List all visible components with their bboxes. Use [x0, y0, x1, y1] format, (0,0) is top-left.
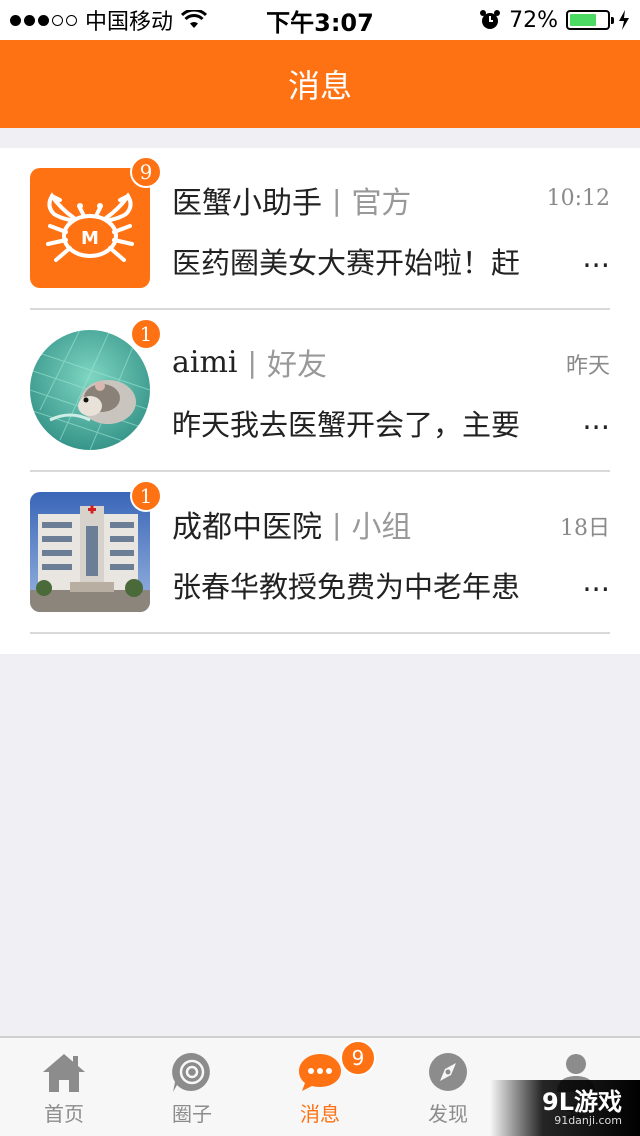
sender-name: 医蟹小助手	[172, 186, 322, 221]
unread-badge: 1	[130, 318, 162, 350]
status-left: 中国移动	[10, 4, 208, 36]
tab-home[interactable]: 首页	[0, 1038, 128, 1136]
message-row[interactable]: 1 成都中医院 | 小组 18日 张春华教授免费为中老年患 ...	[30, 472, 610, 634]
ellipsis: ...	[582, 240, 610, 274]
sender-tag: 小组	[351, 510, 412, 545]
chat-icon	[299, 1054, 341, 1091]
alarm-icon	[480, 10, 501, 29]
unread-badge: 1	[130, 480, 162, 512]
tab-unread-badge: 9	[340, 1040, 376, 1076]
crab-logo-icon: M	[30, 168, 150, 288]
unread-badge: 9	[130, 156, 162, 188]
watermark-logo: 9L游戏	[542, 1088, 622, 1116]
sender-name: aimi	[172, 344, 238, 380]
home-icon	[43, 1054, 85, 1092]
hospital-photo	[30, 492, 150, 612]
preview-text: 张春华教授免费为中老年患	[172, 570, 521, 604]
avatar: 1	[30, 480, 162, 612]
message-preview: 昨天我去医蟹开会了，主要 ...	[172, 402, 610, 444]
ellipsis: ...	[582, 402, 610, 436]
message-time: 10:12	[546, 186, 610, 211]
page-title: 消息	[287, 67, 352, 105]
message-list: M 9 医蟹小助手 | 官方 10:12 医药圈美女大赛开始啦！赶 ... 1 …	[0, 148, 640, 654]
tab-label: 首页	[44, 1102, 84, 1126]
row-title: aimi | 好友	[172, 340, 327, 384]
message-preview: 医药圈美女大赛开始啦！赶 ...	[172, 240, 610, 282]
status-bar: 中国移动 下午3:07 72%	[0, 0, 640, 40]
separator: |	[332, 183, 342, 217]
signal-strength-icon	[10, 14, 77, 26]
tab-label: 圈子	[172, 1102, 212, 1126]
svg-text:M: M	[81, 228, 99, 249]
sender-tag: 官方	[351, 186, 412, 221]
message-preview: 张春华教授免费为中老年患 ...	[172, 564, 610, 606]
watermark: 9L游戏 91danji.com	[490, 1080, 640, 1136]
battery-percent: 72%	[509, 7, 558, 33]
ellipsis: ...	[582, 564, 610, 598]
battery-icon	[566, 10, 614, 30]
hamster-photo	[30, 330, 150, 450]
separator: |	[332, 507, 342, 541]
tab-circle[interactable]: 圈子	[128, 1038, 256, 1136]
message-time: 昨天	[565, 354, 610, 379]
sender-name: 成都中医院	[172, 510, 322, 545]
row-title: 医蟹小助手 | 官方	[172, 178, 411, 222]
charging-bolt-icon	[619, 10, 629, 30]
watermark-url: 91danji.com	[554, 1114, 622, 1127]
separator: |	[247, 345, 257, 379]
message-row[interactable]: M 9 医蟹小助手 | 官方 10:12 医药圈美女大赛开始啦！赶 ...	[30, 148, 610, 310]
nav-bar: 消息	[0, 40, 640, 128]
circle-icon	[172, 1052, 210, 1092]
avatar: 1	[30, 318, 162, 450]
wifi-icon	[181, 10, 208, 28]
battery-fill	[570, 14, 596, 26]
message-row[interactable]: 1 aimi | 好友 昨天 昨天我去医蟹开会了，主要 ...	[30, 310, 610, 472]
carrier-name: 中国移动	[85, 10, 174, 35]
avatar: M 9	[30, 156, 162, 288]
tab-messages[interactable]: 消息 9	[256, 1038, 384, 1136]
row-title: 成都中医院 | 小组	[172, 502, 411, 546]
preview-text: 昨天我去医蟹开会了，主要	[172, 408, 521, 442]
sender-tag: 好友	[266, 348, 327, 383]
tab-label: 发现	[428, 1102, 468, 1126]
status-right: 72%	[479, 8, 630, 33]
message-time: 18日	[560, 516, 610, 541]
compass-icon	[429, 1053, 467, 1091]
preview-text: 医药圈美女大赛开始啦！赶	[172, 246, 521, 280]
tab-label: 消息	[300, 1102, 340, 1126]
